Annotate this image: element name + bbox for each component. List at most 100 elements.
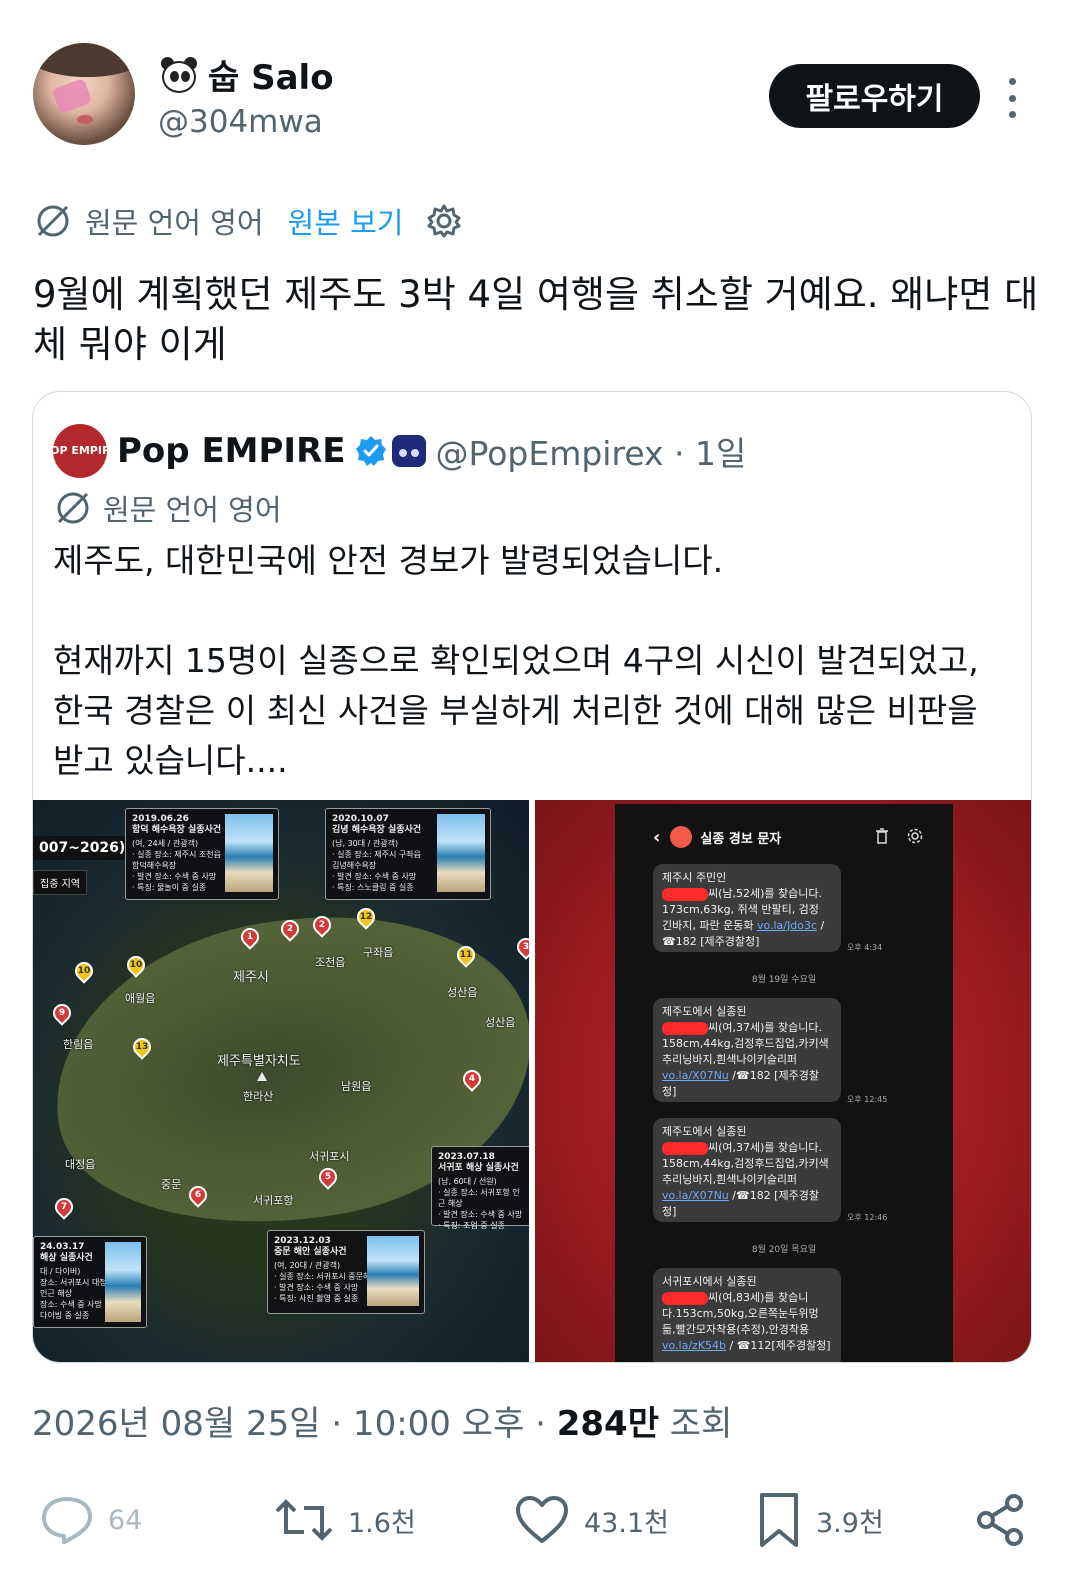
author-name-row[interactable]: 숩 Salo xyxy=(158,50,334,99)
gear-icon[interactable] xyxy=(425,202,463,240)
sms-time: 오후 4:34 xyxy=(847,943,883,952)
tweet-datetime[interactable]: 2026년 08월 25일 · 10:00 오후 · xyxy=(32,1404,557,1444)
card-photo xyxy=(437,814,485,892)
map-label: 중문 xyxy=(161,1178,182,1191)
sms-time: 오후 12:45 xyxy=(847,1095,888,1104)
reply-count: 64 xyxy=(108,1504,143,1536)
quote-text: 제주도, 대한민국에 안전 경보가 발령되었습니다. 현재까지 15명이 실종으… xyxy=(53,541,979,780)
quote-logo-text: POP EMPIRE xyxy=(42,444,118,457)
map-subtitle: 집중 지역 xyxy=(33,870,87,895)
bookmark-icon xyxy=(760,1493,798,1547)
map-label: 서귀포항 xyxy=(253,1194,294,1207)
map-label: 성산읍 xyxy=(485,1016,516,1029)
incident-card: 24.03.17 해상 실종사건 대 / 다이버) 장소: 서귀포시 대정읍 인… xyxy=(33,1236,147,1328)
redaction-mark xyxy=(662,1021,708,1035)
redaction-mark xyxy=(662,1141,708,1155)
card-title: 서귀포 해상 실종사건 xyxy=(438,1163,519,1173)
quote-handle-time[interactable]: @PopEmpirex · 1일 xyxy=(436,427,747,475)
jeju-map-image[interactable]: 007~2026) 집중 지역 제주시 조천읍 구좌읍 애월읍 한림읍 성산읍 … xyxy=(33,800,529,1362)
back-arrow-icon: ‹ xyxy=(653,826,661,848)
map-label: 제주특별자치도 xyxy=(217,1054,301,1069)
map-label: 한림읍 xyxy=(63,1038,94,1051)
map-label: 남원읍 xyxy=(341,1080,372,1093)
like-count: 43.1천 xyxy=(584,1507,669,1539)
card-line: · 특징: 조업 중 실종 xyxy=(438,1221,505,1230)
author-avatar[interactable] xyxy=(33,43,135,145)
author-name[interactable]: 숩 Salo xyxy=(208,50,334,99)
sms-bubble: 제주도에서 실종된 씨(여,37세)를 찾습니다. 158cm,44kg,검정후… xyxy=(653,1118,841,1222)
sender-avatar xyxy=(670,826,693,848)
card-line: · 발견 장소: 수색 중 사망 xyxy=(438,1210,523,1219)
card-line: · 실종 장소: 서귀포항 인근 해상 xyxy=(438,1188,520,1208)
sms-bubble: 제주도에서 실종된 씨(여,37세)를 찾습니다. 158cm,44kg,검정후… xyxy=(653,998,841,1102)
quote-header: POP EMPIRE Pop EMPIRE @PopEmpirex · 1일 xyxy=(42,424,747,478)
trash-icon xyxy=(876,828,888,844)
map-label: 조천읍 xyxy=(315,956,346,969)
action-bar: 64 1.6천 43.1천 3.9천 xyxy=(0,1488,1080,1552)
mountain-icon xyxy=(257,1072,267,1081)
settings-icon xyxy=(907,828,923,844)
tweet-meta: 2026년 08월 25일 · 10:00 오후 · 284만 조회 xyxy=(32,1396,732,1445)
sms-title: 실종 경보 문자 xyxy=(700,831,782,847)
sms-date-divider: 8월 20일 목요일 xyxy=(751,1245,817,1255)
sms-link[interactable]: vo.la/Jdo3c xyxy=(757,919,817,932)
translation-label: 원문 언어 영어 xyxy=(85,206,264,240)
translate-icon xyxy=(37,205,69,237)
card-photo xyxy=(105,1242,141,1322)
verified-badge-icon xyxy=(355,436,386,466)
map-label: 서귀포시 xyxy=(309,1150,350,1163)
quote-author-name[interactable]: Pop EMPIRE xyxy=(117,431,346,471)
map-pin[interactable]: 7 xyxy=(51,1194,77,1220)
map-pin[interactable]: 10 xyxy=(71,958,97,984)
map-label: 애월읍 xyxy=(125,992,156,1005)
sms-pre: 제주도에서 실종된 xyxy=(662,1005,747,1018)
view-count: 284만 xyxy=(556,1404,659,1444)
tweet-text: 9월에 계획했던 제주도 3박 4일 여행을 취소할 거예요. 왜냐면 대체 뭐… xyxy=(33,273,1039,366)
map-pin[interactable]: 3 xyxy=(513,934,529,960)
quote-translation-row: 원문 언어 영어 xyxy=(53,484,282,532)
quote-tweet[interactable]: POP EMPIRE Pop EMPIRE @PopEmpirex · 1일 원… xyxy=(32,391,1032,1363)
map-label: 한라산 xyxy=(243,1090,274,1103)
author-handle[interactable]: @304mwa xyxy=(158,104,323,140)
incident-card: 2023.07.18 서귀포 해상 실종사건 (남, 60대 / 선원) · 실… xyxy=(431,1146,529,1230)
view-label: 조회 xyxy=(658,1404,733,1444)
card-photo xyxy=(225,814,273,892)
like-button[interactable]: 43.1천 xyxy=(514,1488,669,1552)
card-date: 2023.07.18 xyxy=(438,1152,495,1162)
quote-translation-label: 원문 언어 영어 xyxy=(103,493,282,527)
reply-icon xyxy=(42,1497,92,1544)
repost-icon xyxy=(275,1499,333,1541)
repost-button[interactable]: 1.6천 xyxy=(274,1488,416,1552)
sms-link[interactable]: vo.la/X07Nu xyxy=(662,1189,729,1202)
avatar-sticker xyxy=(51,77,93,115)
card-photo xyxy=(367,1236,419,1306)
map-pin[interactable]: 9 xyxy=(49,1000,75,1026)
sms-bubble: 제주시 주민인 씨(남,52세)를 찾습니다. 173cm,63kg, 쥐색 반… xyxy=(653,864,841,952)
sms-time: 오후 12:46 xyxy=(847,1213,888,1222)
quote-media[interactable]: 007~2026) 집중 지역 제주시 조천읍 구좌읍 애월읍 한림읍 성산읍 … xyxy=(33,800,1031,1362)
share-button[interactable] xyxy=(974,1488,1028,1552)
phone-screen: ‹ 실종 경보 문자 제주시 주민인 씨(남,52세)를 찾습니다. 173cm… xyxy=(615,804,953,1362)
map-label: 제주시 xyxy=(233,970,269,985)
incident-card: 2019.06.26 함덕 해수욕장 실종사건 (여, 24세 / 관광객) ·… xyxy=(125,808,279,900)
sms-date-divider: 8월 19일 수요일 xyxy=(751,975,817,985)
card-line: (남, 60대 / 선원) xyxy=(438,1177,497,1186)
redaction-mark xyxy=(662,887,708,901)
avatar-hair xyxy=(33,43,135,77)
reply-button[interactable]: 64 xyxy=(40,1488,142,1552)
incident-card: 2023.12.03 중문 해안 실종사건 (여, 20대 / 관광객) · 실… xyxy=(267,1230,425,1314)
more-options-icon[interactable] xyxy=(1002,78,1022,118)
share-icon xyxy=(977,1494,1023,1546)
sms-link[interactable]: vo.la/X07Nu xyxy=(662,1069,729,1082)
translation-row: 원문 언어 영어 원본 보기 xyxy=(33,196,463,246)
quote-avatar[interactable]: POP EMPIRE xyxy=(42,424,118,478)
avatar-lip xyxy=(77,115,93,124)
translate-icon xyxy=(57,492,89,524)
sms-screenshot-image[interactable]: ‹ 실종 경보 문자 제주시 주민인 씨(남,52세)를 찾습니다. 173cm… xyxy=(535,800,1031,1362)
follow-button[interactable]: 팔로우하기 xyxy=(769,64,980,128)
map-label: 구좌읍 xyxy=(363,946,394,959)
sms-link[interactable]: vo.la/zK54b xyxy=(662,1339,726,1352)
sms-pre: 서귀포시에서 실종된 xyxy=(662,1275,757,1288)
bookmark-button[interactable]: 3.9천 xyxy=(756,1488,884,1552)
show-original-link[interactable]: 원본 보기 xyxy=(288,200,404,242)
